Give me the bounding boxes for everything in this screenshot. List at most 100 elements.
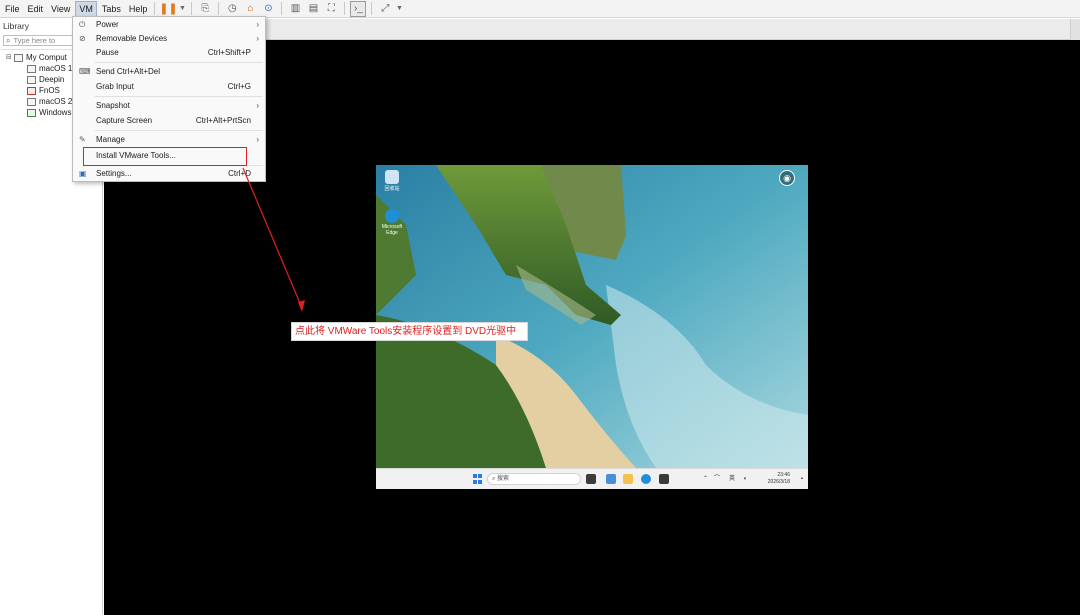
vm-icon — [27, 75, 36, 84]
search-placeholder: Type here to — [13, 36, 56, 45]
menu-item-label: Power — [96, 20, 119, 29]
vm-menu-manage[interactable]: ✎ Manage › — [73, 133, 265, 147]
vm-icon — [27, 97, 36, 106]
vm-menu-send-ctrl-alt-del[interactable]: ⌨ Send Ctrl+Alt+Del — [73, 65, 265, 79]
manage-snapshots-icon[interactable]: ⊙ — [260, 1, 276, 17]
menu-file[interactable]: File — [2, 1, 23, 17]
guest-taskbar: ⌕ 搜索 ⌃ ⌒ 英 ◖ 23:46 2026/3/18 ▪ — [376, 468, 808, 489]
vmware-window: File Edit View VM Tabs Help ❚❚ ▼ ⎘ ◷ ⌂ ⊙… — [0, 0, 1080, 615]
revert-snapshot-icon[interactable]: ⌂ — [242, 1, 258, 17]
no-device-icon: ⊘ — [79, 34, 86, 43]
vm-icon — [27, 86, 36, 95]
desktop-icon-edge[interactable]: Microsoft Edge — [377, 209, 407, 236]
vm-menu-power[interactable]: ⏻ Power › — [73, 18, 265, 32]
vm-menu-capture-screen[interactable]: Capture Screen Ctrl+Alt+PrtScn — [73, 114, 265, 128]
tree-item-label: Windows — [39, 108, 72, 117]
menu-item-shortcut: Ctrl+D — [228, 169, 251, 178]
clock-date: 2026/3/18 — [767, 479, 790, 485]
tray-network-icon[interactable]: ⌒ — [714, 475, 720, 483]
taskbar-search-label: 搜索 — [497, 476, 510, 482]
menu-item-label: Grab Input — [96, 82, 134, 91]
tray-chevron-icon[interactable]: ⌃ — [703, 475, 708, 483]
tree-item-label: macOS 2 — [39, 97, 73, 106]
chevron-down-icon[interactable]: ▼ — [178, 1, 186, 17]
menu-help[interactable]: Help — [126, 1, 151, 17]
toolbar-divider — [191, 2, 193, 15]
vm-menu-removable-devices[interactable]: ⊘ Removable Devices › — [73, 32, 265, 46]
menu-divider — [95, 62, 263, 63]
tab-scroll-button[interactable] — [1070, 19, 1080, 40]
chevron-down-icon[interactable]: ▼ — [395, 1, 403, 17]
fullscreen-icon[interactable]: ⛶ — [323, 1, 339, 17]
vm-menu-settings[interactable]: ▣ Settings... Ctrl+D — [73, 167, 265, 181]
store-icon[interactable] — [659, 474, 669, 484]
pause-icon[interactable]: ❚❚ — [159, 1, 177, 17]
vm-menu-snapshot[interactable]: Snapshot › — [73, 99, 265, 113]
library-view-icon[interactable]: ▥ — [287, 1, 303, 17]
desktop-wallpaper — [376, 165, 808, 468]
user-icon[interactable]: ◉ — [779, 170, 795, 186]
menu-item-label: Send Ctrl+Alt+Del — [96, 67, 161, 76]
menu-item-label: Settings... — [96, 169, 132, 178]
widgets-icon[interactable] — [606, 474, 616, 484]
menu-edit[interactable]: Edit — [25, 1, 47, 17]
settings-icon: ▣ — [79, 169, 87, 178]
toolbar-divider — [344, 2, 346, 15]
menu-item-label: Capture Screen — [96, 116, 153, 125]
vm-running-icon — [27, 108, 36, 117]
tree-item-label: macOS 1 — [39, 64, 73, 73]
power-icon: ⏻ — [79, 20, 86, 29]
send-ctrl-alt-del-icon[interactable]: ⎘ — [197, 1, 213, 17]
snapshot-icon[interactable]: ◷ — [224, 1, 240, 17]
desktop-icon-recycle-bin[interactable]: 回收站 — [377, 170, 407, 192]
menu-item-shortcut: Ctrl+Alt+PrtScn — [195, 116, 251, 125]
collapse-icon[interactable]: ⊟ — [6, 52, 14, 63]
menu-item-shortcut: Ctrl+Shift+P — [207, 48, 251, 57]
vm-menu-pause[interactable]: Pause Ctrl+Shift+P — [73, 46, 265, 60]
toolbar-divider — [154, 2, 156, 15]
clock-time: 23:46 — [777, 472, 790, 478]
thumbnail-view-icon[interactable]: ▤ — [305, 1, 321, 17]
menu-tabs[interactable]: Tabs — [99, 1, 124, 17]
menu-item-label: Pause — [96, 48, 119, 57]
tree-item-label: FnOS — [39, 86, 60, 95]
annotation-highlight-box — [83, 147, 247, 166]
chevron-right-icon: › — [256, 20, 259, 29]
edge-icon[interactable] — [641, 474, 651, 484]
search-icon: ⌕ — [6, 35, 11, 45]
keyboard-icon: ⌨ — [79, 67, 91, 76]
menu-item-label: Removable Devices — [96, 34, 168, 43]
wrench-icon: ✎ — [79, 135, 86, 144]
annotation-callout: 点此将 VMWare Tools安装程序设置到 DVD光驱中 — [291, 322, 528, 341]
toolbar-divider — [218, 2, 220, 15]
tray-language[interactable]: 英 — [729, 475, 735, 483]
tray-volume-icon[interactable]: ◖ — [743, 475, 747, 483]
toolbar-divider — [371, 2, 373, 15]
menu-vm[interactable]: VM — [75, 0, 97, 17]
taskbar-search-box[interactable]: ⌕ 搜索 — [487, 473, 581, 485]
menu-divider — [95, 130, 263, 131]
windows-start-icon[interactable] — [473, 474, 483, 484]
unity-icon[interactable]: ⤢ — [377, 1, 393, 17]
tab-strip — [266, 19, 1080, 40]
chevron-right-icon: › — [256, 135, 259, 144]
edge-icon — [385, 209, 399, 223]
chevron-right-icon: › — [256, 101, 259, 110]
tree-root-label: My Comput — [26, 53, 67, 62]
desktop-icon-label: Microsoft Edge — [381, 224, 403, 236]
vm-icon — [27, 64, 36, 73]
notification-icon[interactable]: ▪ — [801, 475, 803, 483]
menu-item-label: Manage — [96, 135, 125, 144]
tree-item-label: Deepin — [39, 75, 65, 84]
chevron-right-icon: › — [256, 34, 259, 43]
file-explorer-icon[interactable] — [623, 474, 633, 484]
toolbar-divider — [281, 2, 283, 15]
menu-view[interactable]: View — [48, 1, 73, 17]
computer-icon — [14, 53, 23, 62]
task-view-icon[interactable] — [586, 474, 596, 484]
console-icon[interactable]: ›_ — [350, 0, 367, 17]
menu-item-label: Snapshot — [96, 101, 130, 110]
vm-menu-grab-input[interactable]: Grab Input Ctrl+G — [73, 80, 265, 94]
recycle-bin-icon — [385, 170, 399, 184]
taskbar-clock[interactable]: 23:46 2026/3/18 — [768, 472, 790, 486]
